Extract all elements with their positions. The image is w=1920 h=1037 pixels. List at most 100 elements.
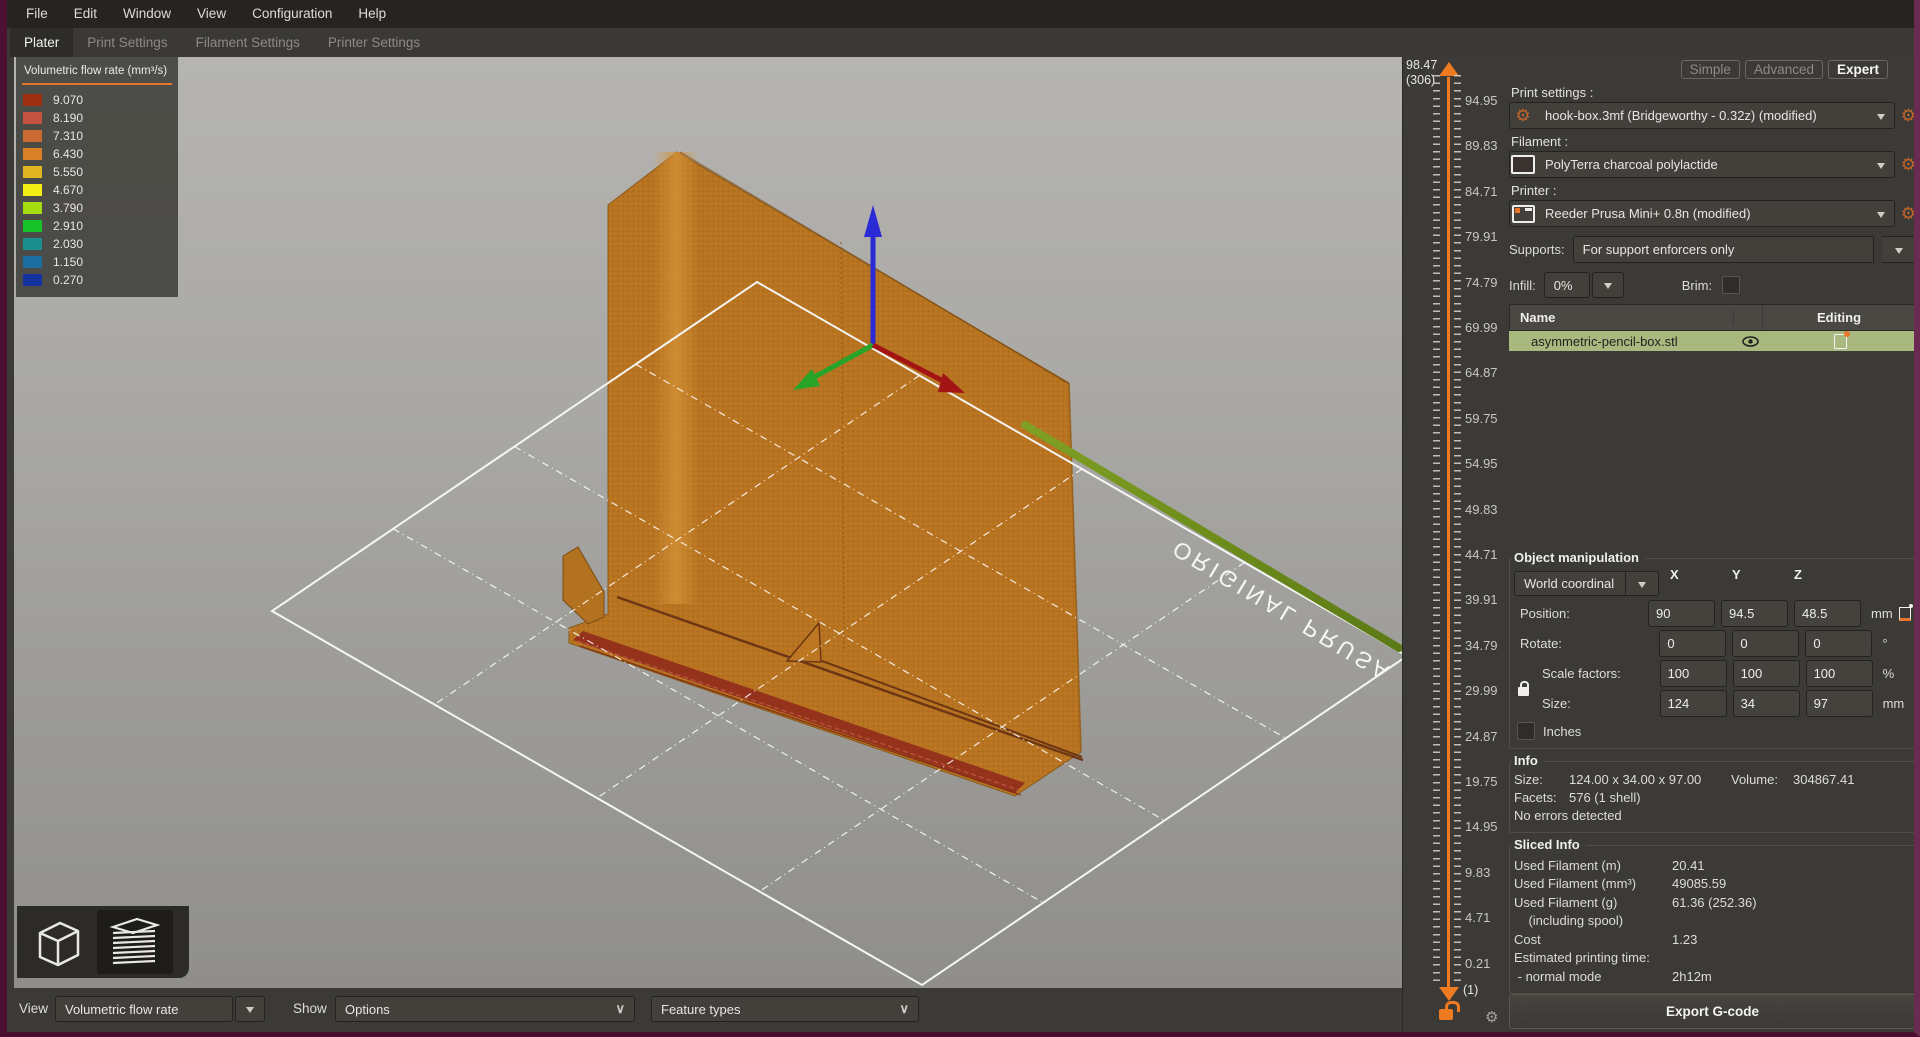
axis-headers: XYZ [1670,567,1818,582]
menu-edit[interactable]: Edit [61,0,110,28]
printer-label: Printer : [1511,183,1916,198]
manip-field-z[interactable] [1806,690,1873,717]
object-manipulation-panel: Object manipulation World coordinal XYZ … [1509,558,1916,749]
manip-field-z[interactable] [1805,630,1872,657]
layer-height-tick: 69.99 [1465,320,1498,335]
manipulation-rows: Position:mmRotate:°Scale factors:%Size:m… [1514,601,1911,716]
legend-entry: 6.430 [16,145,178,163]
eye-visibility-icon[interactable] [1742,336,1759,347]
layer-height-tick: 59.75 [1465,411,1498,426]
menu-view[interactable]: View [184,0,239,28]
edit-object-icon[interactable] [1834,334,1847,349]
volume-value: 304867.41 [1793,772,1854,787]
menu-window[interactable]: Window [110,0,184,28]
manip-field-y[interactable] [1732,630,1799,657]
filament-select[interactable]: PolyTerra charcoal polylactide [1509,151,1895,178]
volume-label: Volume: [1731,772,1793,787]
edit-print-settings-gear-icon[interactable]: ⚙ [1901,107,1916,124]
facets-value: 576 (1 shell) [1569,790,1641,805]
manip-field-y[interactable] [1721,600,1788,627]
supports-select-arrow[interactable] [1882,236,1916,263]
uniform-scale-lock-icon[interactable] [1518,687,1529,696]
preview-view-button[interactable] [97,910,173,974]
legend-entry: 7.310 [16,127,178,145]
object-name: asymmetric-pencil-box.stl [1509,334,1736,349]
mode-advanced[interactable]: Advanced [1745,60,1823,79]
menu-configuration[interactable]: Configuration [239,0,345,28]
tab-printer-settings[interactable]: Printer Settings [314,28,434,57]
mode-simple[interactable]: Simple [1681,60,1740,79]
infill-select-arrow[interactable] [1592,272,1624,298]
manip-field-x[interactable] [1660,660,1727,687]
infill-select[interactable]: 0% [1544,272,1590,298]
drop-to-bed-icon[interactable] [1899,607,1911,621]
legend-value: 3.790 [53,201,83,215]
tab-plater[interactable]: Plater [10,28,73,57]
scene-3d[interactable]: ORIGINAL PRUSA [14,57,1402,988]
printer-select[interactable]: Reeder Prusa Mini+ 0.8n (modified) [1509,200,1895,227]
legend-swatch [23,220,42,232]
inches-checkbox[interactable] [1517,722,1535,740]
legend-entries: 9.0708.1907.3106.4305.5504.6703.7902.910… [16,91,178,289]
manip-unit: mm [1871,606,1897,621]
slider-lock-icon[interactable] [1439,1009,1453,1020]
brim-checkbox[interactable] [1722,276,1740,294]
object-row-selected[interactable]: asymmetric-pencil-box.stl [1509,331,1916,351]
filament-label: Filament : [1511,134,1916,149]
manip-field-z[interactable] [1806,660,1873,687]
slider-settings-gear-icon[interactable]: ⚙ [1485,1010,1498,1025]
object-table-header: Name Editing [1509,304,1916,331]
layer-height-tick: 24.87 [1465,729,1498,744]
model-asymmetric-pencil-box[interactable] [563,152,1083,796]
manip-field-z[interactable] [1794,600,1861,627]
layer-slider-lower-handle[interactable] [1439,987,1459,1001]
settings-sidebar: SimpleAdvancedExpert Print settings : ⚙ … [1504,57,1920,1033]
layer-slider-track[interactable] [1447,77,1450,987]
bed-label: ORIGINAL PRUSA [1168,536,1396,687]
chevron-down-icon: ∨ [899,1001,909,1017]
manip-field-y[interactable] [1733,660,1800,687]
editor-view-button[interactable] [21,910,97,974]
tabbar: PlaterPrint SettingsFilament SettingsPri… [7,28,1917,57]
export-gcode-button[interactable]: Export G-code [1509,994,1916,1029]
layer-height-tick: 74.79 [1465,275,1498,290]
supports-label: Supports: [1509,242,1565,257]
sliced-info-rows: Used Filament (m)20.41Used Filament (mm³… [1514,858,1911,984]
column-editing: Editing [1763,310,1915,325]
legend-value: 8.190 [53,111,83,125]
manip-field-x[interactable] [1659,630,1726,657]
coordinate-system-arrow[interactable] [1626,571,1659,596]
legend-value: 7.310 [53,129,83,143]
viewport-3d[interactable]: ORIGINAL PRUSA Volumetric flow rate (mm³… [14,57,1402,988]
view-select[interactable]: Volumetric flow rate [55,996,233,1022]
edit-filament-gear-icon[interactable]: ⚙ [1901,156,1916,173]
manip-field-x[interactable] [1648,600,1715,627]
view-select-arrow[interactable] [235,996,265,1022]
column-name: Name [1510,310,1734,325]
supports-select[interactable]: For support enforcers only [1573,236,1874,263]
feature-types-select[interactable]: Feature types∨ [651,996,919,1022]
print-settings-select[interactable]: ⚙ hook-box.3mf (Bridgeworthy - 0.32z) (m… [1509,102,1895,129]
menu-file[interactable]: File [13,0,61,28]
legend-entry: 2.030 [16,235,178,253]
manip-row: Size:mm [1514,691,1911,716]
legend-entry: 4.670 [16,181,178,199]
size-value: 124.00 x 34.00 x 97.00 [1569,772,1731,787]
tab-print-settings[interactable]: Print Settings [73,28,181,57]
legend-value: 6.430 [53,147,83,161]
edit-printer-gear-icon[interactable]: ⚙ [1901,205,1916,222]
manip-field-y[interactable] [1733,690,1800,717]
layer-slider-top-height: 98.47 [1406,58,1437,72]
mode-expert[interactable]: Expert [1828,60,1888,79]
show-options-select[interactable]: Options∨ [335,996,635,1022]
layer-slider-bottom-layer: (1) [1463,983,1478,997]
layer-height-tick: 94.95 [1465,93,1498,108]
layer-slider-upper-handle[interactable] [1439,62,1459,76]
manip-field-x[interactable] [1660,690,1727,717]
legend-title: Volumetric flow rate (mm³/s) [16,62,178,83]
tab-filament-settings[interactable]: Filament Settings [182,28,314,57]
menu-help[interactable]: Help [345,0,399,28]
info-title: Info [1512,753,1544,768]
layer-height-tick: 4.71 [1465,910,1490,925]
coordinate-system-select[interactable]: World coordinal [1514,571,1626,596]
